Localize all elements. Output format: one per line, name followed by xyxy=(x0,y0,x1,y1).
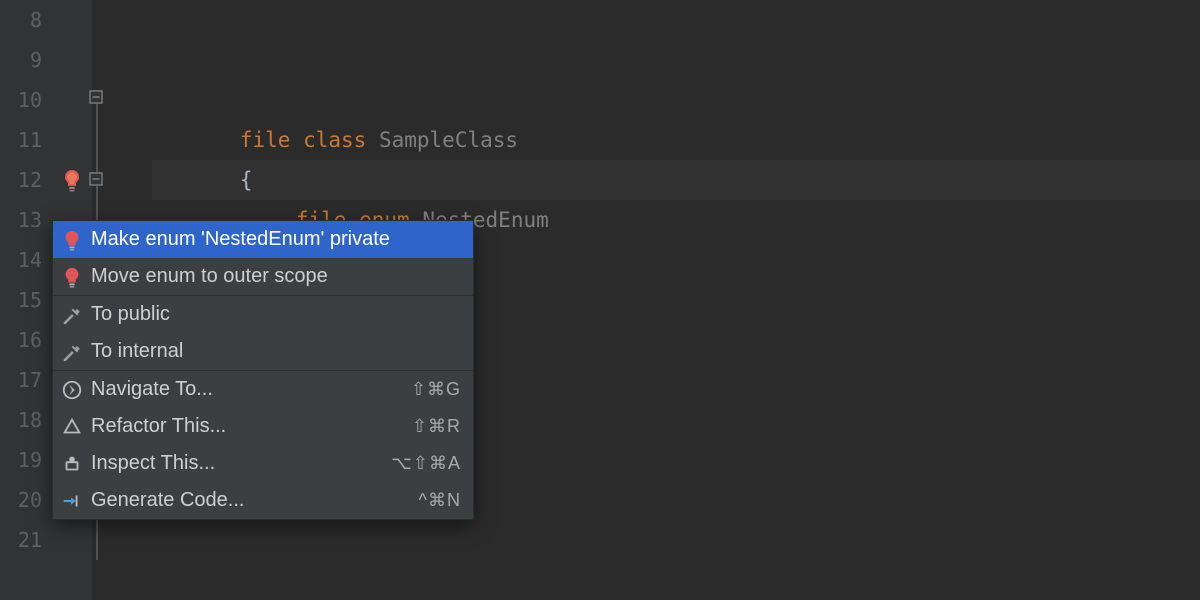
line-number: 8 xyxy=(0,0,52,40)
menu-item-label: Move enum to outer scope xyxy=(91,265,461,288)
menu-item-shortcut: ⇧⌘G xyxy=(411,379,461,400)
menu-item-inspect-this[interactable]: Inspect This... ⌥⇧⌘A xyxy=(53,445,473,482)
menu-item-label: Make enum 'NestedEnum' private xyxy=(91,228,461,251)
line-number: 17 xyxy=(0,360,52,400)
line-number: 18 xyxy=(0,400,52,440)
menu-item-shortcut: ⌥⇧⌘A xyxy=(391,453,461,474)
class-name: SampleClass xyxy=(379,128,518,152)
line-number: 21 xyxy=(0,520,52,560)
menu-item-move-outer[interactable]: Move enum to outer scope xyxy=(53,258,473,295)
menu-item-generate-code[interactable]: Generate Code... ^⌘N xyxy=(53,482,473,519)
lightbulb-error-icon xyxy=(61,266,83,288)
code-line: file class SampleClass xyxy=(164,80,518,120)
menu-item-label: Refactor This... xyxy=(91,415,404,438)
line-number: 11 xyxy=(0,120,52,160)
line-number: 19 xyxy=(0,440,52,480)
quickfix-context-menu: Make enum 'NestedEnum' private Move enum… xyxy=(52,220,474,520)
keyword-class: class xyxy=(303,128,366,152)
line-number: 12 xyxy=(0,160,52,200)
line-number: 14 xyxy=(0,240,52,280)
menu-item-make-private[interactable]: Make enum 'NestedEnum' private xyxy=(53,221,473,258)
line-number: 10 xyxy=(0,80,52,120)
fold-minus-icon[interactable] xyxy=(89,172,103,186)
triangle-icon xyxy=(61,416,83,438)
menu-item-label: To internal xyxy=(91,340,461,363)
line-number-gutter: 8 9 10 11 12 13 14 15 16 17 18 19 20 21 xyxy=(0,0,52,600)
hammer-icon xyxy=(61,304,83,326)
line-number: 16 xyxy=(0,320,52,360)
code-line: file enum NestedEnum xyxy=(220,160,549,200)
line-number: 9 xyxy=(0,40,52,80)
inspect-icon xyxy=(61,453,83,475)
line-number: 20 xyxy=(0,480,52,520)
fold-minus-icon[interactable] xyxy=(89,90,103,104)
lightbulb-error-icon xyxy=(61,229,83,251)
menu-item-label: To public xyxy=(91,303,461,326)
menu-item-label: Generate Code... xyxy=(91,489,411,512)
line-number: 13 xyxy=(0,200,52,240)
lightbulb-error-icon[interactable] xyxy=(60,168,84,192)
menu-item-to-public[interactable]: To public xyxy=(53,296,473,333)
code-line: { xyxy=(164,120,253,160)
menu-item-refactor-this[interactable]: Refactor This... ⇧⌘R xyxy=(53,408,473,445)
menu-item-shortcut: ^⌘N xyxy=(419,490,461,511)
line-number: 15 xyxy=(0,280,52,320)
generate-code-icon xyxy=(61,490,83,512)
menu-item-to-internal[interactable]: To internal xyxy=(53,333,473,370)
menu-item-navigate-to[interactable]: Navigate To... ⇧⌘G xyxy=(53,371,473,408)
menu-item-shortcut: ⇧⌘R xyxy=(412,416,461,437)
compass-icon xyxy=(61,379,83,401)
hammer-icon xyxy=(61,341,83,363)
menu-item-label: Navigate To... xyxy=(91,378,403,401)
menu-item-label: Inspect This... xyxy=(91,452,383,475)
